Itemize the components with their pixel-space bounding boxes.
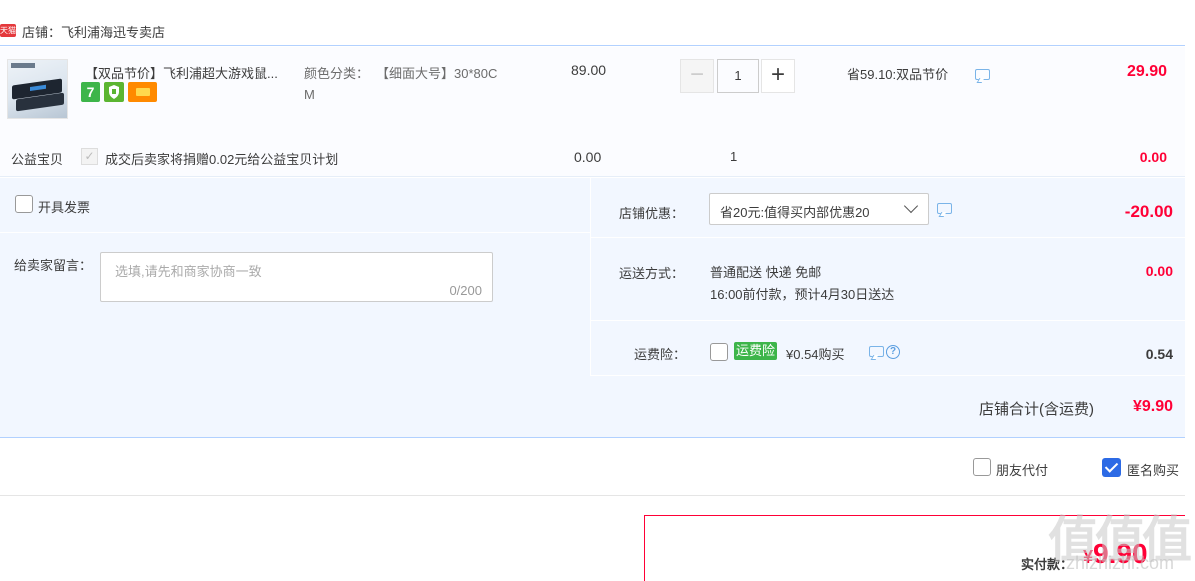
insurance-price-text: ¥0.54购买: [786, 347, 845, 362]
invoice-checkbox[interactable]: [15, 195, 33, 213]
order-item: 【双品节价】飞利浦超大游戏鼠... 7 颜色分类： 【细面大号】30*80C M…: [0, 47, 1185, 177]
friend-pay-label: 朋友代付: [996, 463, 1049, 478]
insurance-row: 运费险： 运费险 ¥0.54购买 ? 0.54: [591, 322, 1185, 376]
item-total-price: 29.90: [1126, 63, 1167, 80]
insurance-amount: 0.54: [1145, 346, 1173, 362]
unit-price: 89.00: [571, 62, 607, 78]
promo-info-icon[interactable]: [975, 69, 990, 80]
shop-name-link[interactable]: 店铺：飞利浦海迅专卖店: [22, 22, 165, 41]
friend-pay-checkbox[interactable]: [973, 458, 991, 476]
invoice-label: 开具发票: [38, 200, 91, 215]
product-title-link[interactable]: 【双品节价】飞利浦超大游戏鼠...: [85, 63, 297, 82]
help-icon[interactable]: ?: [886, 345, 900, 359]
discount-info-icon[interactable]: [937, 203, 952, 214]
insurance-badge: 运费险: [734, 342, 778, 360]
quantity-increase-button[interactable]: +: [761, 59, 795, 93]
shipping-amount: 0.00: [1145, 263, 1173, 279]
promo-text: 省59.10:双品节价: [847, 67, 949, 82]
shop-discount-selected: 省20元:值得买内部优惠20: [720, 205, 870, 220]
seller-message-placeholder: 选填,请先和商家协商一致: [115, 264, 262, 279]
shop-discount-row: 店铺优惠： 省20元:值得买内部优惠20 -20.00: [591, 178, 1185, 238]
seller-message-input[interactable]: 选填,请先和商家协商一致 0/200: [100, 252, 493, 302]
anonymous-purchase-label: 匿名购买: [1127, 463, 1180, 478]
shop-total-label: 店铺合计(含运费): [979, 401, 1094, 418]
charity-qty: 1: [730, 149, 738, 164]
quantity-decrease-button[interactable]: −: [680, 59, 714, 93]
charity-total: 0.00: [1139, 149, 1167, 165]
seller-message-label: 给卖家留言：: [14, 258, 93, 273]
charity-text: 成交后卖家将捐赠0.02元给公益宝贝计划: [105, 152, 339, 167]
shop-discount-select[interactable]: 省20元:值得买内部优惠20: [709, 193, 929, 225]
order-options-panel: 开具发票 给卖家留言： 选填,请先和商家协商一致 0/200 店铺优惠： 省20…: [0, 178, 1185, 438]
charity-checkbox: ✓: [81, 148, 98, 165]
credit-card-icon: [128, 82, 157, 102]
sku-value: 【细面大号】30*80C: [376, 66, 498, 81]
sku-value-wrap: M: [304, 87, 315, 102]
shipping-method: 普通配送 快递 免邮: [710, 265, 822, 280]
tmall-logo-icon: 天猫: [0, 24, 16, 37]
shop-discount-label: 店铺优惠：: [619, 206, 685, 221]
insurance-checkbox[interactable]: [710, 343, 728, 361]
quantity-input[interactable]: 1: [717, 59, 759, 93]
chevron-down-icon: [903, 198, 919, 214]
seller-message-counter: 0/200: [449, 283, 482, 298]
shipping-label: 运送方式：: [619, 266, 685, 281]
charity-label: 公益宝贝: [11, 152, 64, 167]
insurance-info-icon[interactable]: [869, 346, 884, 357]
sku-label: 颜色分类：: [304, 66, 370, 81]
invoice-row: 开具发票: [0, 178, 590, 233]
watermark-url: zhizhizhi.com: [1066, 553, 1175, 573]
anonymous-purchase-checkbox[interactable]: [1102, 458, 1121, 477]
shipping-row: 运送方式： 普通配送 快递 免邮 16:00前付款，预计4月30日送达 0.00: [591, 239, 1185, 321]
shop-header: 天猫 店铺：飞利浦海迅专卖店: [0, 18, 1185, 46]
seven-day-return-icon: 7: [81, 82, 100, 102]
shop-total-amount: ¥9.90: [1132, 398, 1173, 415]
guarantee-shield-icon: [104, 82, 124, 102]
product-thumbnail[interactable]: [7, 59, 68, 119]
shop-discount-amount: -20.00: [1124, 202, 1173, 221]
shipping-eta: 16:00前付款，预计4月30日送达: [710, 287, 895, 302]
charity-price: 0.00: [574, 149, 602, 165]
insurance-label: 运费险：: [634, 347, 687, 362]
divider: [0, 495, 1185, 496]
